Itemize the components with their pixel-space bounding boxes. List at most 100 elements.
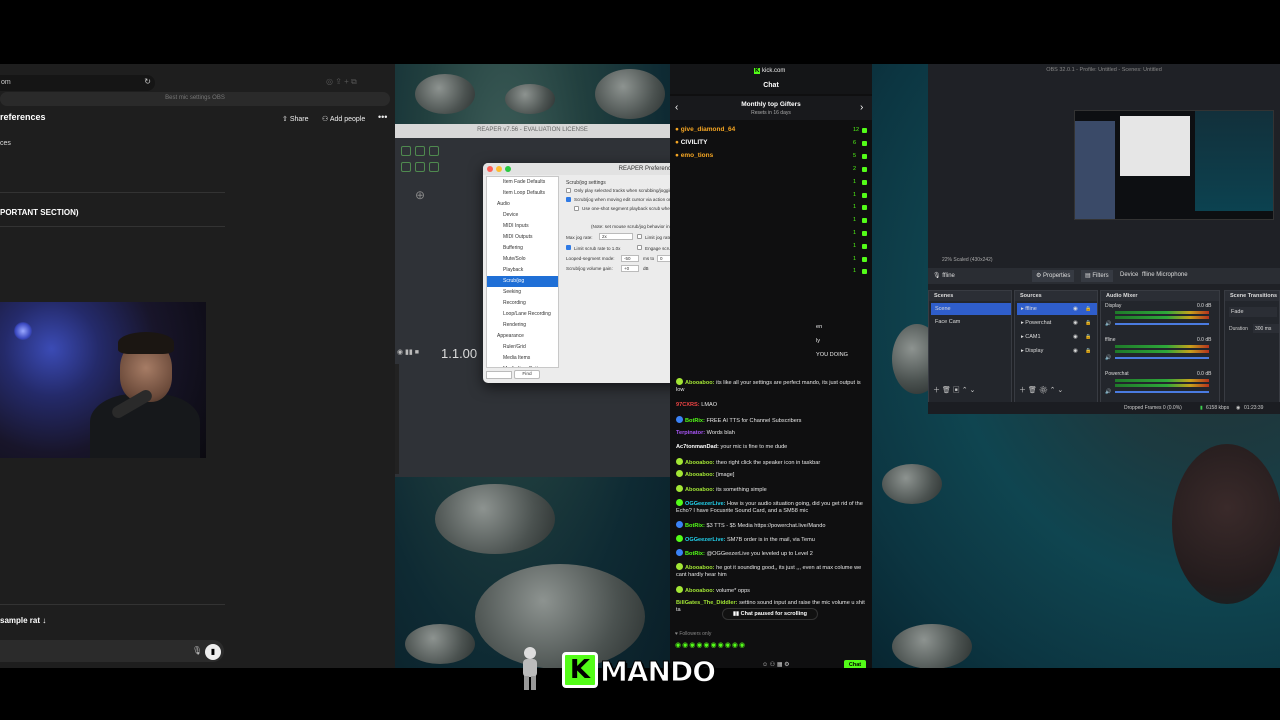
- address-bar[interactable]: om ↻: [0, 75, 155, 91]
- filters-button[interactable]: ▤ Filters: [1081, 270, 1113, 282]
- eye-icon[interactable]: ◉: [1073, 303, 1078, 315]
- volume-slider[interactable]: [1115, 357, 1209, 359]
- toolbar-button[interactable]: [429, 162, 439, 172]
- chat-message[interactable]: BotRix: $3 TTS - $5 Media https://powerc…: [676, 521, 868, 530]
- message-username[interactable]: BotRix:: [685, 523, 705, 529]
- message-username[interactable]: 97CXRS:: [676, 402, 700, 408]
- toolbar-button[interactable]: [401, 146, 411, 156]
- checkbox-only-selected[interactable]: [566, 188, 571, 193]
- tree-item[interactable]: MIDI Outputs: [487, 232, 558, 243]
- checkbox-limit-jog[interactable]: [637, 234, 642, 239]
- duration-input[interactable]: 300 ms: [1253, 324, 1279, 333]
- chat-message[interactable]: OGGeezerLive: How is your audio situatio…: [676, 499, 868, 516]
- chat-message[interactable]: Abooaboo: [image]: [676, 470, 868, 479]
- add-people-button[interactable]: ⚇ Add people: [322, 115, 365, 123]
- reload-icon[interactable]: ↻: [144, 77, 151, 86]
- tree-item[interactable]: Device: [487, 210, 558, 221]
- tree-item[interactable]: Buffering: [487, 243, 558, 254]
- volume-gain-input[interactable]: +0: [621, 265, 639, 272]
- track-area[interactable]: [395, 364, 399, 474]
- message-username[interactable]: Abooaboo:: [685, 380, 715, 386]
- message-username[interactable]: Abooaboo:: [685, 565, 715, 571]
- chat-message[interactable]: Abooaboo: theo right click the speaker i…: [676, 458, 868, 467]
- message-username[interactable]: Abooaboo:: [685, 487, 715, 493]
- add-track-icon[interactable]: ⊕: [415, 188, 425, 202]
- tree-item[interactable]: Recording: [487, 298, 558, 309]
- message-username[interactable]: Ac7tonmanDad:: [676, 444, 719, 450]
- chat-message[interactable]: Terpinator: Words blah: [676, 430, 868, 437]
- volume-slider[interactable]: [1115, 323, 1209, 325]
- tree-item[interactable]: Item Loop Defaults: [487, 188, 558, 199]
- chat-message[interactable]: Abooaboo: he got it sounding good,, its …: [676, 563, 868, 580]
- tree-item[interactable]: Mute/Solo: [487, 254, 558, 265]
- properties-button[interactable]: ⚙ Properties: [1032, 270, 1075, 282]
- volume-icon[interactable]: 🔊: [1105, 321, 1111, 327]
- message-username[interactable]: BotRix:: [685, 551, 705, 557]
- more-options-button[interactable]: •••: [378, 112, 387, 122]
- prompt-input[interactable]: [0, 640, 224, 662]
- message-username[interactable]: Abooaboo:: [685, 460, 715, 466]
- message-username[interactable]: Terpinator:: [676, 430, 705, 436]
- source-item[interactable]: ▸ CAM1 ◉ 🔒: [1017, 331, 1097, 343]
- find-input[interactable]: [486, 371, 512, 379]
- checkbox-scrub-edit-cursor[interactable]: [566, 197, 571, 202]
- lock-icon[interactable]: 🔒: [1085, 303, 1091, 315]
- toolbar-button[interactable]: [415, 162, 425, 172]
- source-item[interactable]: ▸ Display ◉ 🔒: [1017, 345, 1097, 357]
- obs-preview[interactable]: [1074, 110, 1274, 220]
- tree-category[interactable]: Audio: [487, 199, 558, 210]
- lock-icon[interactable]: 🔒: [1085, 317, 1091, 329]
- transport-controls[interactable]: ◉ ▮▮ ■: [397, 348, 419, 356]
- scene-item[interactable]: Face Cam: [931, 316, 1011, 328]
- toolbar-button[interactable]: [401, 162, 411, 172]
- transition-select[interactable]: Fade: [1229, 307, 1277, 317]
- mic-icon[interactable]: 🎙: [192, 646, 202, 655]
- tree-item[interactable]: Media Items: [487, 353, 558, 364]
- tree-item[interactable]: Seeking: [487, 287, 558, 298]
- scene-item[interactable]: Scene: [931, 303, 1011, 315]
- looped-from-input[interactable]: -50: [621, 255, 639, 262]
- toolbar-button[interactable]: [415, 146, 425, 156]
- message-username[interactable]: OGGeezerLive:: [685, 501, 725, 507]
- tree-item[interactable]: Item Fade Defaults: [487, 177, 558, 188]
- max-jog-select[interactable]: 2x: [599, 233, 633, 240]
- tree-item[interactable]: Ruler/Grid: [487, 342, 558, 353]
- message-username[interactable]: Abooaboo:: [685, 588, 715, 594]
- source-controls[interactable]: ＋ 🗑 ⚙ ⌃ ⌄: [1019, 385, 1063, 395]
- find-button[interactable]: Find: [514, 370, 540, 379]
- close-window-icon[interactable]: [487, 166, 493, 172]
- volume-icon[interactable]: 🔊: [1105, 389, 1111, 395]
- tree-category[interactable]: Appearance: [487, 331, 558, 342]
- tree-item[interactable]: Scrub/jog: [487, 276, 558, 287]
- lock-icon[interactable]: 🔒: [1085, 331, 1091, 343]
- chat-message[interactable]: OGGeezerLive: SM7B order is in the mail,…: [676, 535, 868, 544]
- tree-item[interactable]: MIDI Inputs: [487, 221, 558, 232]
- scene-controls[interactable]: ＋ 🗑 ▣ ⌃ ⌄: [933, 385, 975, 395]
- share-button[interactable]: ⇧ Share: [282, 115, 309, 123]
- checkbox-one-shot[interactable]: [574, 206, 579, 211]
- chat-toolbar-icons[interactable]: ☺ ⚇ ▦ ⚙: [762, 661, 790, 668]
- message-username[interactable]: OGGeezerLive:: [685, 537, 725, 543]
- source-item[interactable]: ▸ Powerchat ◉ 🔒: [1017, 317, 1097, 329]
- chat-message[interactable]: Abooaboo: its something simple: [676, 485, 868, 494]
- chat-message[interactable]: BotRix: FREE AI TTS for Channel Subscrib…: [676, 416, 868, 425]
- eye-icon[interactable]: ◉: [1073, 317, 1078, 329]
- volume-icon[interactable]: 🔊: [1105, 355, 1111, 361]
- tree-item[interactable]: Playback: [487, 265, 558, 276]
- message-username[interactable]: BotRix:: [685, 418, 705, 424]
- device-select[interactable]: ffline Microphone: [1142, 272, 1188, 278]
- chat-message[interactable]: 97CXRS: LMAO: [676, 402, 868, 409]
- chevron-right-icon[interactable]: ›: [860, 102, 863, 113]
- chat-message[interactable]: Ac7tonmanDad: your mic is fine to me dud…: [676, 444, 868, 451]
- source-item[interactable]: ▸ ffline ◉ 🔒: [1017, 303, 1097, 315]
- chat-message[interactable]: Abooaboo: its like all your settings are…: [676, 378, 868, 395]
- lock-icon[interactable]: 🔒: [1085, 345, 1091, 357]
- chat-paused-banner[interactable]: ▮▮ Chat paused for scrolling: [722, 608, 818, 620]
- tab-pill[interactable]: Best mic settings OBS: [0, 92, 390, 106]
- volume-slider[interactable]: [1115, 391, 1209, 393]
- checkbox-engage-scrub[interactable]: [637, 245, 642, 250]
- emote-bar[interactable]: ◉◉◉◉◉◉◉◉◉◉: [675, 641, 746, 649]
- checkbox-limit-scrub[interactable]: [566, 245, 571, 250]
- message-username[interactable]: Abooaboo:: [685, 472, 715, 478]
- tree-item[interactable]: Rendering: [487, 320, 558, 331]
